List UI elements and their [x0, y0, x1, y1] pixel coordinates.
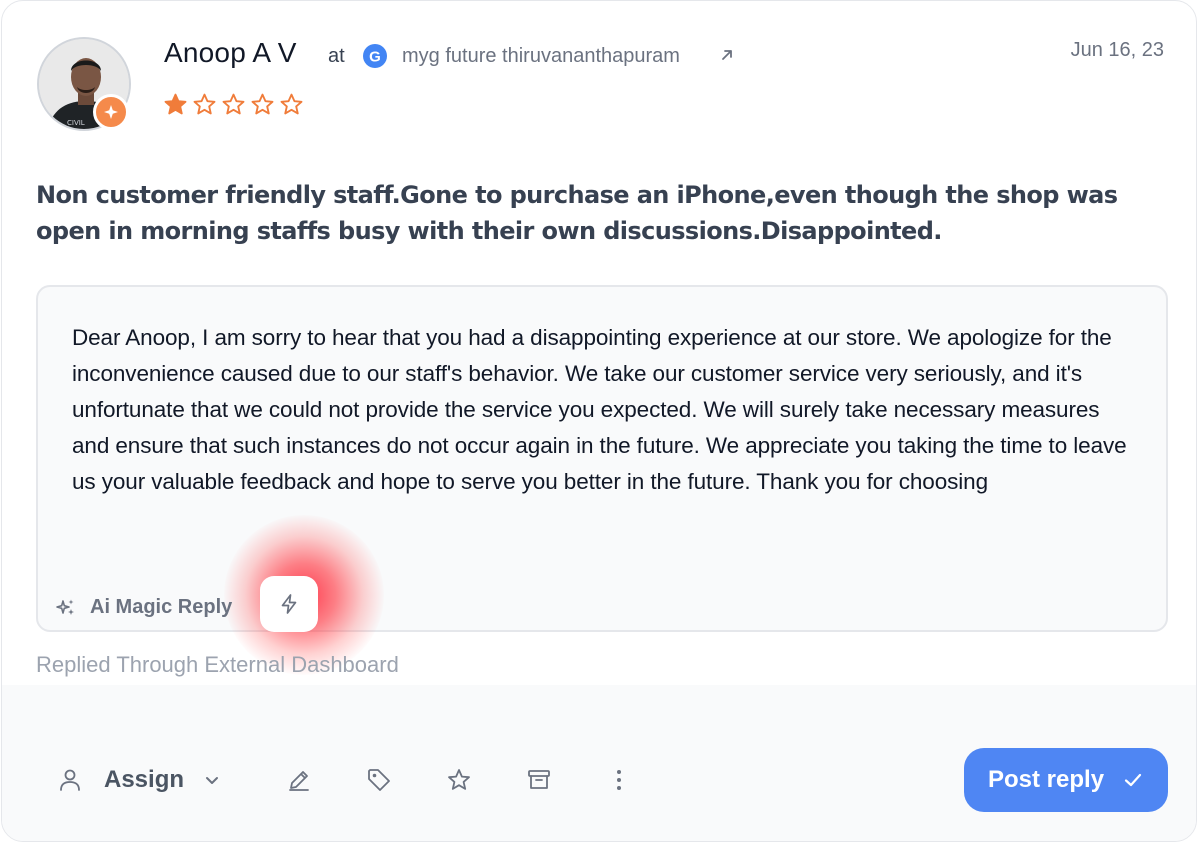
- location-link[interactable]: myg future thiruvananthapuram: [402, 45, 680, 68]
- star-empty-icon: [251, 93, 274, 115]
- badge-star-icon: [104, 105, 118, 119]
- ai-magic-reply-label: Ai Magic Reply: [90, 596, 233, 618]
- google-icon: G: [363, 44, 387, 68]
- lightning-bolt-button[interactable]: [260, 576, 318, 632]
- at-label: at: [328, 45, 345, 67]
- review-text: Non customer friendly staff.Gone to purc…: [36, 181, 1118, 245]
- star-empty-icon: [280, 93, 303, 115]
- check-icon: [1124, 773, 1142, 787]
- tag-icon: [368, 769, 390, 791]
- reviewer-badge: [93, 94, 129, 130]
- assign-label: Assign: [104, 766, 185, 793]
- star-rating: [163, 92, 304, 117]
- external-link-icon[interactable]: [718, 46, 736, 64]
- reviewer-name: Anoop A V: [164, 37, 297, 68]
- sparkles-icon: [56, 599, 74, 615]
- reply-box[interactable]: Dear Anoop, I am sorry to hear that you …: [36, 285, 1168, 675]
- lightning-bolt-icon: [281, 594, 297, 614]
- archive-icon: [528, 770, 550, 789]
- reply-text[interactable]: Dear Anoop, I am sorry to hear that you …: [72, 320, 1132, 500]
- tag-button[interactable]: [365, 766, 393, 794]
- assign-dropdown[interactable]: Assign: [58, 766, 222, 794]
- star-empty-icon: [193, 93, 216, 115]
- svg-text:CIVIL: CIVIL: [67, 119, 85, 127]
- more-options-button[interactable]: [605, 766, 633, 794]
- review-date: Jun 16, 23: [1070, 39, 1164, 61]
- star-outline-icon: [448, 769, 470, 790]
- pencil-icon: [289, 771, 309, 791]
- more-vertical-icon: [617, 770, 621, 790]
- archive-button[interactable]: [525, 766, 553, 794]
- ai-magic-reply[interactable]: Ai Magic Reply: [56, 596, 232, 619]
- star-filled-icon: [164, 93, 187, 115]
- user-icon: [60, 769, 80, 791]
- favorite-button[interactable]: [445, 766, 473, 794]
- svg-text:G: G: [369, 49, 381, 66]
- chevron-down-icon: [206, 777, 219, 784]
- edit-button[interactable]: [285, 766, 313, 794]
- review-card: CIVIL Anoop A V at G myg future thiruvan…: [1, 0, 1197, 842]
- reply-status: Replied Through External Dashboard: [36, 652, 399, 677]
- post-reply-button[interactable]: Post reply: [964, 748, 1168, 812]
- star-empty-icon: [222, 93, 245, 115]
- post-reply-label: Post reply: [988, 766, 1105, 793]
